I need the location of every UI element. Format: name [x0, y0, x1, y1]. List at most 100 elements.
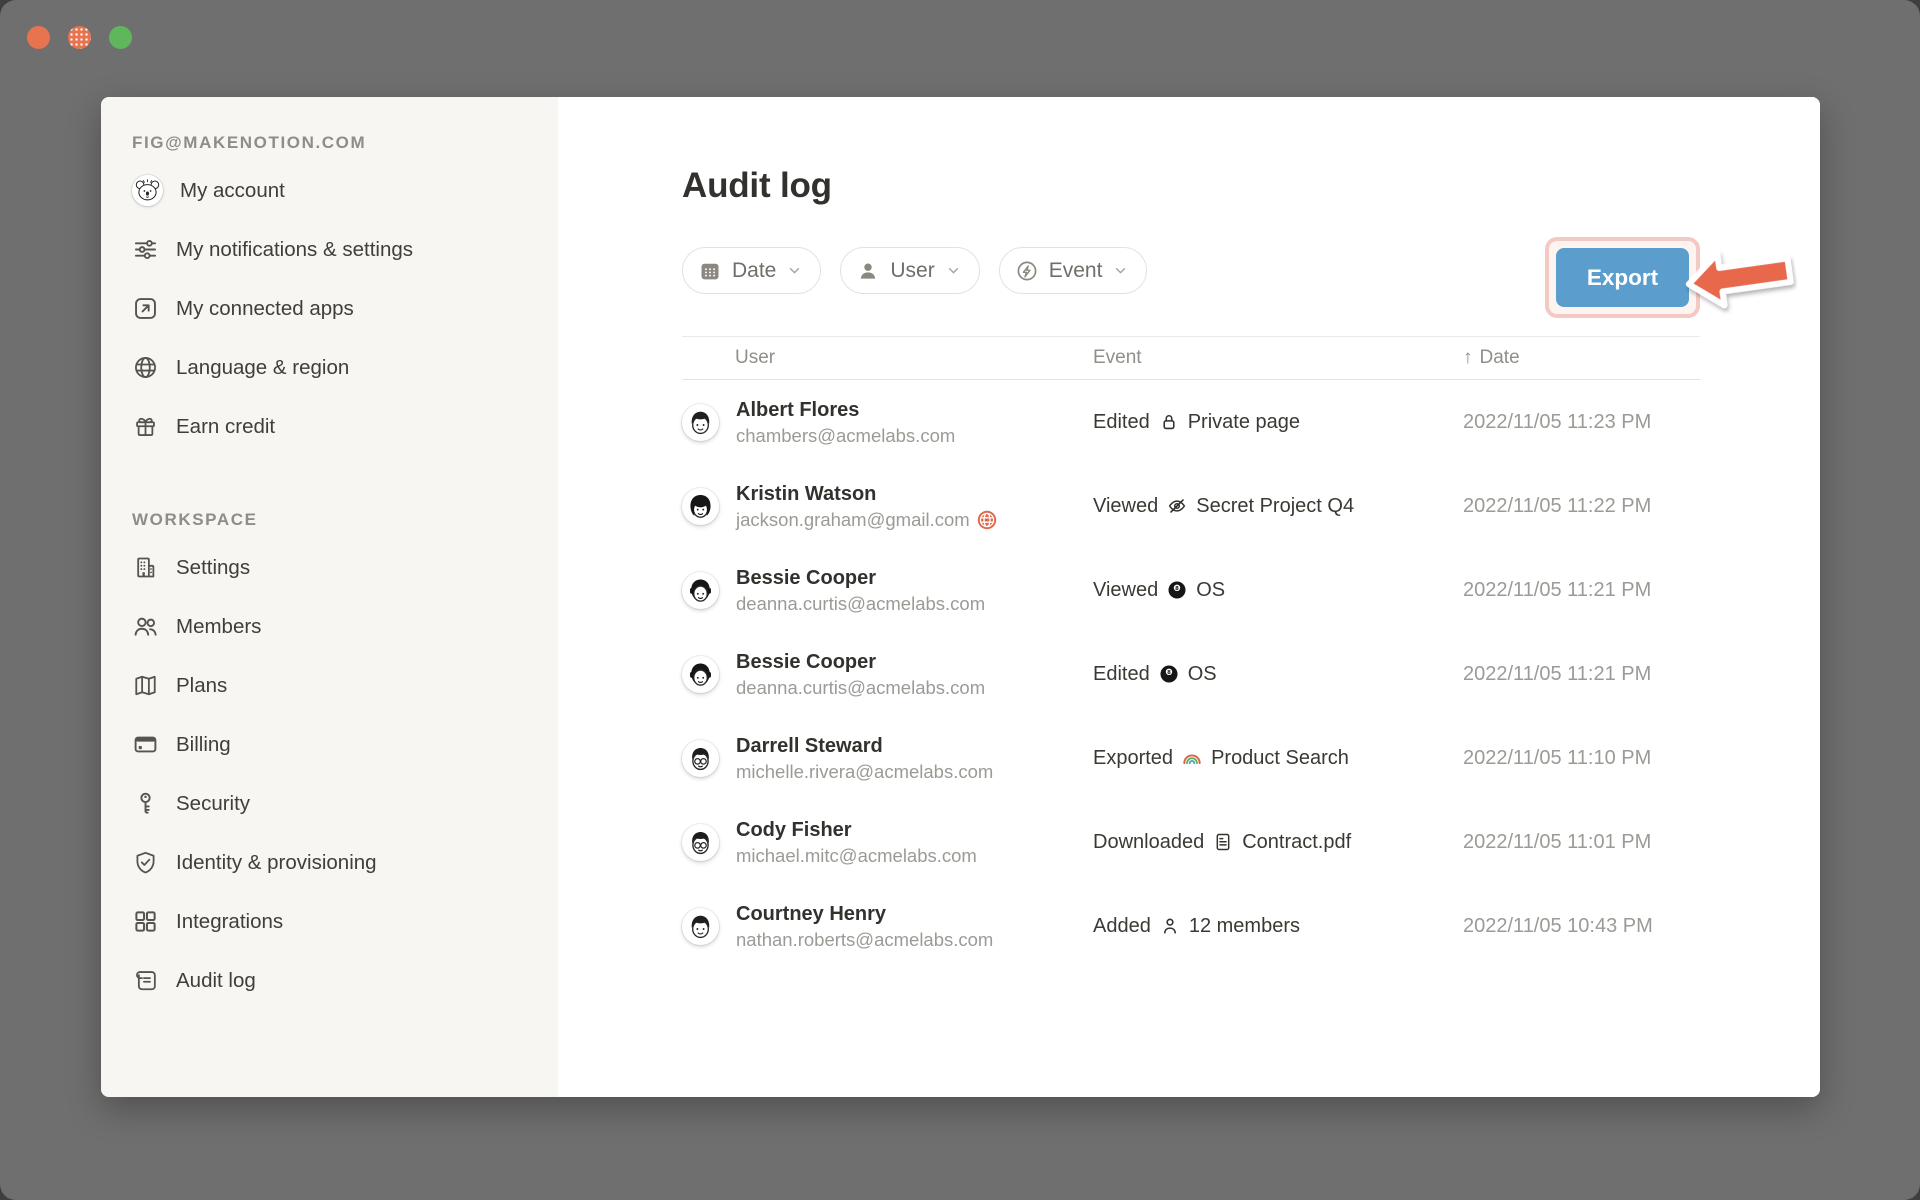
filter-label: Event [1049, 259, 1103, 283]
event-date: 2022/11/05 11:21 PM [1463, 663, 1700, 686]
event-action: Exported [1093, 747, 1173, 770]
sidebar-item-label: Security [176, 792, 250, 816]
sidebar-item-members[interactable]: Members [132, 597, 540, 656]
building-icon [132, 554, 159, 581]
app-window: FIG@MAKENOTION.COM My account My notific… [0, 0, 1920, 1200]
shield-check-icon [132, 849, 159, 876]
user-name: Albert Flores [736, 398, 955, 422]
column-header-date[interactable]: ↑ Date [1463, 347, 1700, 369]
sketch-headphones-avatar [682, 572, 719, 609]
sidebar-item-label: My connected apps [176, 297, 354, 321]
sidebar-item-label: Members [176, 615, 261, 639]
table-header: User Event ↑ Date [682, 336, 1700, 380]
export-cluster: Export [1545, 237, 1700, 318]
audit-log-row: Courtney Henry nathan.roberts@acmelabs.c… [682, 884, 1700, 968]
sidebar-item-language-region[interactable]: Language & region [132, 338, 540, 397]
user-cell: Bessie Cooper deanna.curtis@acmelabs.com [682, 566, 1093, 615]
event-date: 2022/11/05 11:22 PM [1463, 495, 1700, 518]
event-object: Secret Project Q4 [1196, 495, 1354, 518]
sidebar-item-audit-log[interactable]: Audit log [132, 951, 540, 1010]
globe-guest-icon [977, 510, 997, 530]
event-cell: Downloaded Contract.pdf [1093, 831, 1463, 854]
sort-ascending-icon: ↑ [1463, 347, 1473, 369]
audit-log-row: Cody Fisher michael.mitc@acmelabs.com Do… [682, 800, 1700, 884]
event-action: Viewed [1093, 579, 1158, 602]
settings-sidebar: FIG@MAKENOTION.COM My account My notific… [101, 97, 558, 1097]
event-cell: Edited Private page [1093, 411, 1463, 434]
close-button[interactable] [27, 26, 50, 49]
sidebar-item-billing[interactable]: Billing [132, 715, 540, 774]
audit-log-row: Albert Flores chambers@acmelabs.com Edit… [682, 380, 1700, 464]
chevron-down-icon [1112, 262, 1129, 279]
sidebar-item-label: Identity & provisioning [176, 851, 377, 875]
user-email: deanna.curtis@acmelabs.com [736, 593, 985, 615]
event-object: Private page [1188, 411, 1300, 434]
filter-label: Date [732, 259, 776, 283]
eight-ball-icon [1166, 579, 1188, 601]
sketch-glasses-avatar [682, 740, 719, 777]
toolbar: Date User Event Export [682, 237, 1700, 318]
event-object: 12 members [1189, 915, 1300, 938]
sidebar-item-label: Settings [176, 556, 250, 580]
sidebar-item-earn-credit[interactable]: Earn credit [132, 397, 540, 456]
user-name: Kristin Watson [736, 482, 997, 506]
user-name: Bessie Cooper [736, 566, 985, 590]
user-cell: Cody Fisher michael.mitc@acmelabs.com [682, 818, 1093, 867]
user-name: Cody Fisher [736, 818, 977, 842]
grid-icon [132, 908, 159, 935]
event-date: 2022/11/05 11:21 PM [1463, 579, 1700, 602]
event-action: Downloaded [1093, 831, 1204, 854]
document-icon [1212, 831, 1234, 853]
user-cell: Darrell Steward michelle.rivera@acmelabs… [682, 734, 1093, 783]
eight-ball-icon [1158, 663, 1180, 685]
filter-label: User [890, 259, 934, 283]
member-icon [1159, 915, 1181, 937]
sidebar-item-label: Billing [176, 733, 231, 757]
event-date: 2022/11/05 11:23 PM [1463, 411, 1700, 434]
window-controls [27, 26, 132, 49]
calendar-icon [698, 259, 722, 283]
sidebar-item-label: My notifications & settings [176, 238, 413, 262]
event-object: Product Search [1211, 747, 1349, 770]
filter-user-button[interactable]: User [840, 247, 979, 294]
sliders-icon [132, 236, 159, 263]
column-header-date-label: Date [1480, 347, 1520, 369]
sidebar-item-settings[interactable]: Settings [132, 538, 540, 597]
sidebar-item-label: Language & region [176, 356, 349, 380]
gift-icon [132, 413, 159, 440]
event-object: OS [1188, 663, 1217, 686]
zoom-button[interactable] [109, 26, 132, 49]
user-cell: Albert Flores chambers@acmelabs.com [682, 398, 1093, 447]
sidebar-item-security[interactable]: Security [132, 774, 540, 833]
credit-card-icon [132, 731, 159, 758]
user-email: michael.mitc@acmelabs.com [736, 845, 977, 867]
sketch-headphones-avatar [682, 656, 719, 693]
filter-date-button[interactable]: Date [682, 247, 821, 294]
audit-log-table: User Event ↑ Date Albert Flores chambers… [682, 336, 1700, 968]
event-action: Edited [1093, 663, 1150, 686]
event-action: Added [1093, 915, 1151, 938]
minimize-button[interactable] [68, 26, 91, 49]
sidebar-item-plans[interactable]: Plans [132, 656, 540, 715]
sidebar-item-identity-provisioning[interactable]: Identity & provisioning [132, 833, 540, 892]
event-date: 2022/11/05 11:10 PM [1463, 747, 1700, 770]
account-email-header: FIG@MAKENOTION.COM [132, 133, 540, 153]
user-cell: Bessie Cooper deanna.curtis@acmelabs.com [682, 650, 1093, 699]
audit-log-row: Darrell Steward michelle.rivera@acmelabs… [682, 716, 1700, 800]
people-icon [132, 613, 159, 640]
user-email: nathan.roberts@acmelabs.com [736, 929, 993, 951]
chevron-down-icon [945, 262, 962, 279]
sidebar-item-integrations[interactable]: Integrations [132, 892, 540, 951]
user-email: jackson.graham@gmail.com [736, 509, 997, 531]
table-body: Albert Flores chambers@acmelabs.com Edit… [682, 380, 1700, 968]
sidebar-item-label: Plans [176, 674, 227, 698]
filter-event-button[interactable]: Event [999, 247, 1148, 294]
sidebar-item-my-connected-apps[interactable]: My connected apps [132, 279, 540, 338]
lightning-icon [1015, 259, 1039, 283]
map-icon [132, 672, 159, 699]
sidebar-item-my-account[interactable]: My account [132, 161, 540, 220]
user-email: michelle.rivera@acmelabs.com [736, 761, 993, 783]
sidebar-item-my-notifications-settings[interactable]: My notifications & settings [132, 220, 540, 279]
export-highlight-ring: Export [1545, 237, 1700, 318]
export-button[interactable]: Export [1556, 248, 1689, 307]
